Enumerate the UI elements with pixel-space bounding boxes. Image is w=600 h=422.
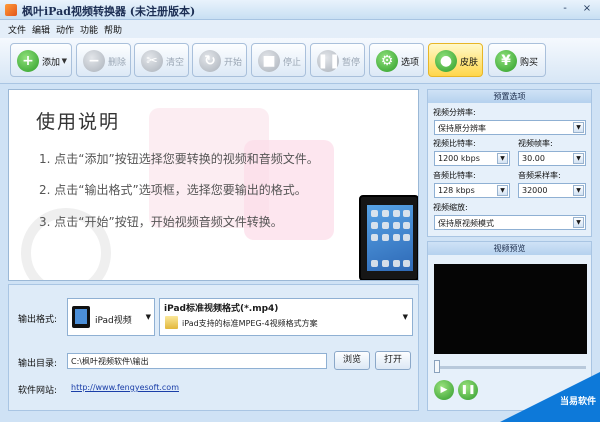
chevron-down-icon: ▼ xyxy=(573,185,584,196)
output-settings: 输出格式: iPad视频 ▼ iPad标准视频格式(*.mp4) iPad支持的… xyxy=(8,284,419,411)
add-button[interactable]: + 添加 ▼ xyxy=(10,43,72,77)
chevron-down-icon: ▼ xyxy=(402,313,408,321)
samplerate-select[interactable]: 32000 ▼ xyxy=(518,183,586,198)
open-button[interactable]: 打开 xyxy=(375,351,411,370)
instruction-line: 3. 点击“开始”按钮，开始视频音频文件转换。 xyxy=(39,215,283,229)
play-icon[interactable]: ▶ xyxy=(434,380,454,400)
vbitrate-select[interactable]: 1200 kbps ▼ xyxy=(434,151,510,166)
start-button[interactable]: ↻ 开始 xyxy=(192,43,247,77)
preset-options-panel: 预置选项 视频分辨率: 保持原分辨率 ▼ 视频比特率: 视频帧率: 1200 k… xyxy=(427,89,592,237)
clear-button[interactable]: ✂ 清空 xyxy=(134,43,189,77)
skin-label: 皮肤 xyxy=(460,58,479,68)
skin-button[interactable]: ● 皮肤 xyxy=(428,43,483,77)
folder-icon xyxy=(165,316,178,329)
samplerate-label: 音频采样率: xyxy=(518,171,561,180)
minimize-button[interactable]: - xyxy=(558,3,572,16)
device-select[interactable]: iPad视频 ▼ xyxy=(67,298,155,336)
buy-label: 购买 xyxy=(520,58,539,68)
stop-button[interactable]: ■ 停止 xyxy=(251,43,306,77)
site-label: 软件网站: xyxy=(18,386,58,396)
profile-name: iPad标准视频格式(*.mp4) xyxy=(164,304,279,314)
menu-action[interactable]: 动作 xyxy=(56,23,74,36)
delete-button[interactable]: − 删除 xyxy=(76,43,131,77)
website-link[interactable]: http://www.fengyesoft.com xyxy=(71,383,179,392)
seek-handle[interactable] xyxy=(434,360,440,373)
framerate-select[interactable]: 30.00 ▼ xyxy=(518,151,586,166)
start-label: 开始 xyxy=(224,58,243,68)
instruction-line: 2. 点击“输出格式”选项框，选择您要输出的格式。 xyxy=(39,183,307,197)
toolbar: + 添加 ▼ − 删除 ✂ 清空 ↻ 开始 ■ 停止 ❚❚ 暂停 ⚙ 选项 ● … xyxy=(0,38,600,84)
instructions-title: 使用说明 xyxy=(36,111,121,133)
abitrate-select[interactable]: 128 kbps ▼ xyxy=(434,183,510,198)
watermark-text: 当易软件 xyxy=(560,397,597,407)
apple-icon: ● xyxy=(435,50,457,72)
title-bar: 枫叶iPad视频转换器 (未注册版本) - × xyxy=(0,0,600,20)
instruction-line: 1. 点击“添加”按钮选择您要转换的视频和音频文件。 xyxy=(39,152,319,166)
video-preview-panel: 视频预览 ▶ ❚❚ xyxy=(427,241,592,411)
browse-button[interactable]: 浏览 xyxy=(334,351,370,370)
dir-label: 输出目录: xyxy=(18,359,58,369)
resolution-select[interactable]: 保持原分辨率 ▼ xyxy=(434,120,586,135)
stop-label: 停止 xyxy=(283,58,302,68)
profile-description: iPad支持的标准MPEG-4视频格式方案 xyxy=(182,319,318,328)
app-icon xyxy=(5,4,17,16)
menu-help[interactable]: 帮助 xyxy=(104,23,122,36)
abitrate-value: 128 kbps xyxy=(438,186,475,195)
options-button[interactable]: ⚙ 选项 xyxy=(369,43,424,77)
minus-icon: − xyxy=(83,50,105,72)
resolution-label: 视频分辨率: xyxy=(433,108,476,117)
refresh-icon: ↻ xyxy=(199,50,221,72)
pause-label: 暂停 xyxy=(342,58,361,68)
chevron-down-icon: ▼ xyxy=(497,185,508,196)
cart-icon: ¥ xyxy=(495,50,517,72)
menu-function[interactable]: 功能 xyxy=(80,23,98,36)
pause-icon[interactable]: ❚❚ xyxy=(458,380,478,400)
scissors-icon: ✂ xyxy=(141,50,163,72)
video-screen[interactable] xyxy=(434,264,587,354)
framerate-label: 视频帧率: xyxy=(518,139,553,148)
scale-select[interactable]: 保持原视频模式 ▼ xyxy=(434,215,586,230)
file-list-area[interactable]: 使用说明 1. 点击“添加”按钮选择您要转换的视频和音频文件。 2. 点击“输出… xyxy=(8,89,419,281)
chevron-down-icon: ▼ xyxy=(497,153,508,164)
device-value: iPad视频 xyxy=(95,316,132,326)
options-icon: ⚙ xyxy=(376,50,398,72)
format-label: 输出格式: xyxy=(18,315,58,325)
window-title: 枫叶iPad视频转换器 (未注册版本) xyxy=(22,5,196,18)
chevron-down-icon[interactable]: ▼ xyxy=(62,57,67,65)
pause-button[interactable]: ❚❚ 暂停 xyxy=(310,43,365,77)
plus-icon: + xyxy=(17,50,39,72)
vbitrate-value: 1200 kbps xyxy=(438,154,480,163)
seek-bar[interactable] xyxy=(436,366,586,369)
chevron-down-icon: ▼ xyxy=(573,122,584,133)
menu-file[interactable]: 文件 xyxy=(8,23,26,36)
profile-select[interactable]: iPad标准视频格式(*.mp4) iPad支持的标准MPEG-4视频格式方案 … xyxy=(159,298,413,336)
framerate-value: 30.00 xyxy=(522,154,545,163)
scale-value: 保持原视频模式 xyxy=(438,219,494,228)
pause-icon: ❚❚ xyxy=(317,50,340,72)
menu-bar: 文件 编辑 动作 功能 帮助 xyxy=(0,20,600,38)
vbitrate-label: 视频比特率: xyxy=(433,139,476,148)
close-button[interactable]: × xyxy=(580,3,594,16)
delete-label: 删除 xyxy=(108,58,127,68)
preset-header: 预置选项 xyxy=(428,90,591,103)
abitrate-label: 音频比特率: xyxy=(433,171,476,180)
chevron-down-icon: ▼ xyxy=(573,217,584,228)
output-dir-field[interactable]: C:\枫叶视频软件\输出 xyxy=(67,353,327,369)
resolution-value: 保持原分辨率 xyxy=(438,124,486,133)
chevron-down-icon: ▼ xyxy=(145,313,151,321)
scale-label: 视频缩放: xyxy=(433,203,468,212)
buy-button[interactable]: ¥ 购买 xyxy=(488,43,546,77)
preview-header: 视频预览 xyxy=(428,242,591,255)
ipad-icon xyxy=(72,306,90,328)
chevron-down-icon: ▼ xyxy=(573,153,584,164)
ipad-image xyxy=(359,195,418,280)
samplerate-value: 32000 xyxy=(522,186,548,195)
stop-icon: ■ xyxy=(258,50,280,72)
options-label: 选项 xyxy=(401,58,420,68)
clear-label: 清空 xyxy=(166,58,185,68)
add-label: 添加 xyxy=(42,58,61,68)
menu-edit[interactable]: 编辑 xyxy=(32,23,50,36)
